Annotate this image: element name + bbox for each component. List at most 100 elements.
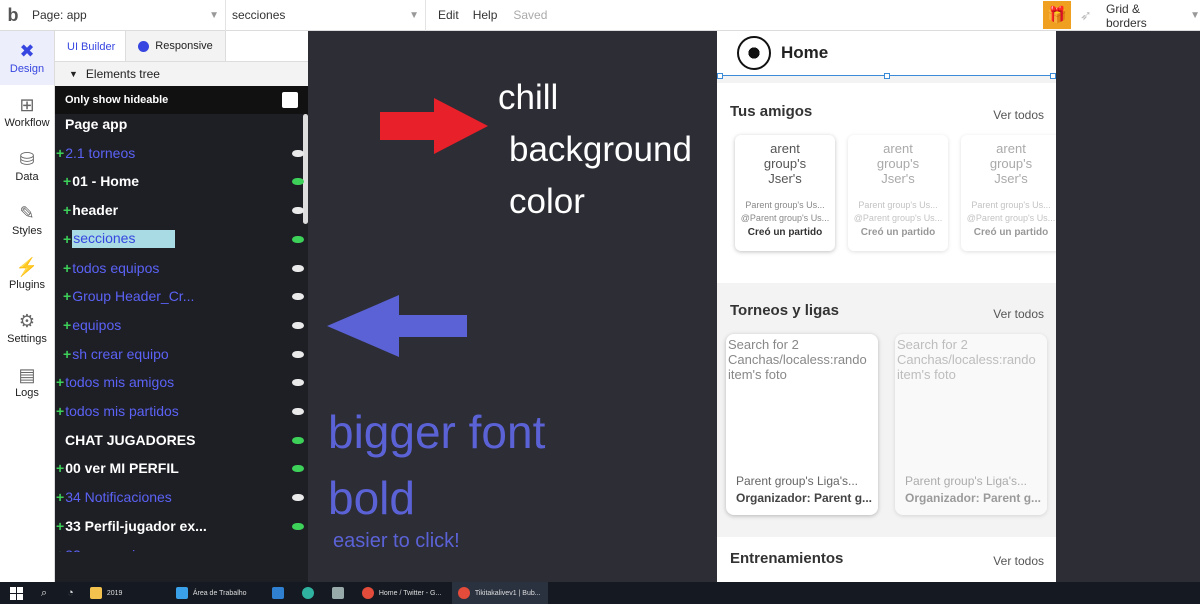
tree-row[interactable]: + todos mis partidos xyxy=(55,397,308,425)
help-menu[interactable]: Help xyxy=(471,8,510,22)
preview-title: Home xyxy=(781,43,829,62)
left-rail: ✖ Design ⊞ Workflow ⛁ Data ✎ Styles ⚡ Plugins ⚙ Set… xyxy=(0,31,55,582)
taskbar-item[interactable]: Área de Trabalho xyxy=(170,582,266,604)
torneo-organizador: Organizador: Parent g... xyxy=(736,491,873,505)
expand-plus-icon[interactable]: + xyxy=(63,231,71,247)
tree-row[interactable]: +34 Notificaciones xyxy=(55,483,308,511)
edit-menu[interactable]: Edit xyxy=(426,8,471,22)
taskbar-item[interactable] xyxy=(296,582,326,604)
tree-row[interactable]: + todos mis amigos xyxy=(55,368,308,396)
eye-icon[interactable] xyxy=(292,407,304,415)
task-view-icon[interactable]: ◔ xyxy=(67,587,74,599)
gift-icon[interactable]: 🎁 xyxy=(1043,1,1071,29)
friend-avatar-placeholder: arent group's Jser's xyxy=(876,141,920,186)
cursor-icon[interactable]: ➶ xyxy=(1080,7,1092,24)
friend-avatar-placeholder: arent group's Jser's xyxy=(763,141,807,186)
friend-card[interactable]: arent group's Jser's Parent group's Us...… xyxy=(848,135,948,251)
element-dropdown[interactable]: secciones ▼ xyxy=(226,0,426,31)
resize-handle[interactable] xyxy=(717,73,723,79)
annotation-bigger-font: bigger font xyxy=(328,406,546,458)
tree-row[interactable]: +33 Perfil-jugador ex... xyxy=(55,512,308,540)
tree-row[interactable]: + equipos xyxy=(55,311,308,339)
entrenamientos-ver-todos[interactable]: Ver todos xyxy=(993,554,1044,568)
eye-icon[interactable] xyxy=(292,378,304,386)
expand-plus-icon[interactable]: + xyxy=(56,374,64,390)
friend-card[interactable]: arent group's Jser's Parent group's Us...… xyxy=(735,135,835,251)
torneos-ver-todos[interactable]: Ver todos xyxy=(993,307,1044,321)
eye-icon[interactable] xyxy=(292,235,304,243)
taskbar-item[interactable]: Home / Twitter - G... xyxy=(356,582,452,604)
design-icon: ✖ xyxy=(19,41,35,61)
taskbar-item[interactable] xyxy=(266,582,296,604)
expand-plus-icon[interactable]: + xyxy=(63,260,71,276)
rail-item-settings[interactable]: ⚙ Settings xyxy=(0,301,54,355)
only-show-hideable-checkbox[interactable] xyxy=(282,92,298,108)
tree-row[interactable]: + sh crear equipo xyxy=(55,340,308,368)
eye-icon[interactable] xyxy=(292,264,304,272)
tree-row[interactable]: + secciones xyxy=(55,225,308,253)
chevron-down-icon: ▼ xyxy=(409,9,419,21)
expand-plus-icon[interactable]: + xyxy=(63,173,71,189)
eye-icon[interactable] xyxy=(292,321,304,329)
search-icon[interactable]: ⌕ xyxy=(41,587,47,600)
torneo-card[interactable]: Search for 2 Canchas/localess:rando item… xyxy=(726,334,878,515)
page-dropdown[interactable]: Page: app ▼ xyxy=(26,0,226,31)
expand-plus-icon[interactable]: + xyxy=(63,202,71,218)
expand-plus-icon[interactable]: + xyxy=(63,317,71,333)
amigos-ver-todos[interactable]: Ver todos xyxy=(993,108,1044,122)
rail-item-styles[interactable]: ✎ Styles xyxy=(0,193,54,247)
eye-icon[interactable] xyxy=(292,149,304,157)
expand-plus-icon[interactable]: + xyxy=(56,547,64,552)
rail-item-plugins[interactable]: ⚡ Plugins xyxy=(0,247,54,301)
expand-plus-icon[interactable]: + xyxy=(56,403,64,419)
torneo-card[interactable]: Search for 2 Canchas/localess:rando item… xyxy=(895,334,1047,515)
expand-plus-icon[interactable]: + xyxy=(56,489,64,505)
taskbar-item[interactable]: 2019 xyxy=(84,582,170,604)
rail-item-workflow[interactable]: ⊞ Workflow xyxy=(0,85,54,139)
eye-icon[interactable] xyxy=(292,522,304,530)
resize-handle[interactable] xyxy=(1050,73,1056,79)
bubble-logo[interactable]: b xyxy=(0,5,26,26)
eye-icon[interactable] xyxy=(292,292,304,300)
tab-responsive-label: Responsive xyxy=(155,40,213,52)
rail-item-logs[interactable]: ▤ Logs xyxy=(0,355,54,409)
eye-icon[interactable] xyxy=(292,493,304,501)
resize-handle[interactable] xyxy=(884,73,890,79)
eye-icon[interactable] xyxy=(292,177,304,185)
rail-item-label: Workflow xyxy=(4,117,50,129)
taskbar-item[interactable] xyxy=(326,582,356,604)
tree-row[interactable]: +2.1 torneos xyxy=(55,139,308,167)
tree-row[interactable]: +32 ver-equipo xyxy=(55,541,308,552)
tree-row[interactable]: + Group Header_Cr... xyxy=(55,282,308,310)
grid-borders-dropdown[interactable]: Grid & borders ▼ xyxy=(1106,0,1200,31)
expand-plus-icon[interactable]: + xyxy=(63,288,71,304)
tab-responsive[interactable]: Responsive xyxy=(125,31,226,61)
expand-plus-icon[interactable]: + xyxy=(63,346,71,362)
friend-activity: Creó un partido xyxy=(860,227,936,238)
annotation-color: color xyxy=(509,182,585,221)
tab-ui-builder[interactable]: UI Builder xyxy=(55,41,125,61)
taskbar-item[interactable]: Tikitakalivev1 | Bub... xyxy=(451,582,548,604)
rail-item-design[interactable]: ✖ Design xyxy=(0,31,54,85)
expand-plus-icon[interactable]: + xyxy=(56,145,64,161)
eye-icon[interactable] xyxy=(292,464,304,472)
windows-start-icon[interactable] xyxy=(10,586,23,600)
tree-row[interactable]: + header xyxy=(55,196,308,224)
tree-row[interactable]: +00 ver MI PERFIL xyxy=(55,454,308,482)
tree-row[interactable]: +01 - Home xyxy=(55,167,308,195)
elements-tree-header[interactable]: ▼ Elements tree xyxy=(55,61,308,86)
friend-card[interactable]: arent group's Jser's Parent group's Us...… xyxy=(961,135,1056,251)
rail-item-label: Logs xyxy=(15,387,39,399)
eye-icon[interactable] xyxy=(292,436,304,444)
expand-plus-icon[interactable]: + xyxy=(56,460,64,476)
tree-row[interactable]: Page app xyxy=(55,114,308,138)
eye-icon[interactable] xyxy=(292,551,304,552)
rail-item-label: Settings xyxy=(7,333,47,345)
eye-icon[interactable] xyxy=(292,350,304,358)
expand-plus-icon[interactable]: + xyxy=(56,518,64,534)
eye-icon[interactable] xyxy=(292,206,304,214)
tree-row[interactable]: + todos equipos xyxy=(55,254,308,282)
rail-item-data[interactable]: ⛁ Data xyxy=(0,139,54,193)
folder-icon xyxy=(89,587,102,599)
tree-row[interactable]: CHAT JUGADORES xyxy=(55,426,308,454)
